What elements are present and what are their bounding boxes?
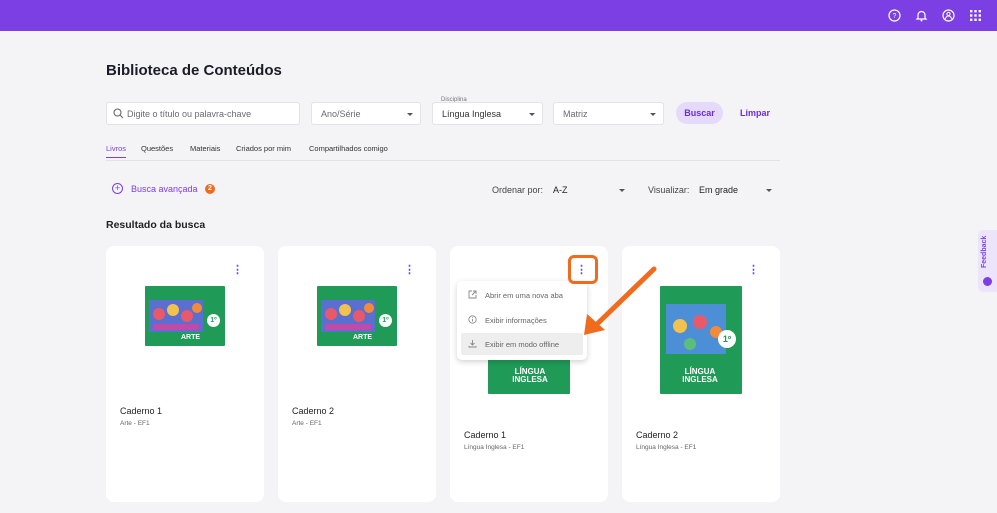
book-cover: 1º ARTE [317, 286, 397, 346]
buscar-button[interactable]: Buscar [676, 102, 723, 124]
filter-count-badge: 2 [205, 184, 215, 194]
ano-serie-select[interactable]: Ano/Série [311, 102, 421, 125]
tab-livros[interactable]: Livros [106, 144, 127, 158]
search-input[interactable] [127, 105, 297, 123]
card-subtitle: Arte - EF1 [292, 420, 322, 427]
grade-badge: 1º [379, 314, 392, 327]
bell-icon[interactable] [914, 8, 929, 23]
cover-label: ARTE [353, 334, 373, 341]
tab-materiais[interactable]: Materiais [190, 144, 220, 153]
menu-item-label: Exibir em modo offline [485, 340, 560, 349]
menu-item-show-info[interactable]: Exibir informações [461, 309, 583, 331]
cover-label: LÍNGUA INGLESA [682, 367, 718, 384]
card-title[interactable]: Caderno 2 [636, 430, 678, 440]
chevron-down-icon [407, 113, 413, 116]
page-title: Biblioteca de Conteúdos [106, 62, 282, 79]
matriz-select[interactable]: Matriz [553, 102, 664, 125]
sort-label: Ordenar por: [492, 185, 544, 195]
arrow-annotation [584, 266, 657, 335]
disciplina-value: Língua Inglesa [442, 109, 502, 119]
chevron-down-icon[interactable] [766, 189, 772, 192]
feedback-label: Feedback [981, 235, 988, 268]
top-bar: ? [0, 0, 997, 31]
tabs-divider [106, 160, 780, 161]
book-cover: 1º ARTE [145, 286, 225, 346]
more-options-icon[interactable]: ⋮ [404, 264, 415, 276]
results-heading: Resultado da busca [106, 219, 206, 231]
view-select[interactable]: Em grade [699, 185, 738, 195]
ano-serie-value: Ano/Série [321, 109, 361, 119]
more-options-icon[interactable]: ⋮ [748, 264, 759, 276]
apps-grid-icon[interactable] [968, 8, 983, 23]
search-box[interactable] [106, 102, 300, 125]
search-icon [113, 108, 124, 119]
card-title[interactable]: Caderno 1 [120, 406, 162, 416]
card-context-menu: Abrir em uma nova aba Exibir informações… [457, 281, 587, 360]
menu-item-offline-mode[interactable]: Exibir em modo offline [461, 333, 583, 355]
smile-icon [983, 277, 992, 286]
advanced-search-label: Busca avançada [131, 184, 198, 194]
cover-label: LÍNGUA INGLESA [512, 367, 548, 384]
grade-badge: 1º [718, 330, 736, 348]
info-icon [468, 315, 477, 324]
card-title[interactable]: Caderno 2 [292, 406, 334, 416]
chevron-down-icon [529, 113, 535, 116]
tab-questoes[interactable]: Questões [141, 144, 173, 153]
external-link-icon [468, 290, 477, 299]
book-card[interactable]: ⋮ 1º ARTE Caderno 1 Arte - EF1 [106, 246, 264, 502]
plus-circle-icon: + [112, 183, 123, 194]
feedback-tab[interactable]: Feedback [978, 230, 997, 292]
card-title[interactable]: Caderno 1 [464, 430, 506, 440]
menu-item-label: Abrir em uma nova aba [485, 291, 563, 300]
cover-label: ARTE [181, 334, 201, 341]
card-subtitle: Língua Inglesa - EF1 [636, 444, 697, 451]
svg-text:?: ? [893, 13, 897, 20]
sort-select[interactable]: A-Z [553, 185, 568, 195]
chevron-down-icon[interactable] [619, 189, 625, 192]
matriz-value: Matriz [563, 109, 588, 119]
menu-item-label: Exibir informações [485, 316, 547, 325]
chevron-down-icon [650, 113, 656, 116]
more-options-icon[interactable]: ⋮ [232, 264, 243, 276]
download-icon [468, 340, 477, 348]
book-cover: 1º LÍNGUA INGLESA [660, 286, 742, 394]
disciplina-select[interactable]: Língua Inglesa [432, 102, 543, 125]
menu-item-open-new-tab[interactable]: Abrir em uma nova aba [461, 284, 583, 306]
tab-compartilhados[interactable]: Compartilhados comigo [309, 144, 388, 153]
user-icon[interactable] [941, 8, 956, 23]
limpar-button[interactable]: Limpar [740, 102, 770, 124]
tab-criados-por-mim[interactable]: Criados por mim [236, 144, 291, 153]
view-label: Visualizar: [648, 185, 690, 195]
grade-badge: 1º [207, 314, 220, 327]
help-icon[interactable]: ? [887, 8, 902, 23]
card-subtitle: Arte - EF1 [120, 420, 150, 427]
book-card[interactable]: ⋮ 1º ARTE Caderno 2 Arte - EF1 [278, 246, 436, 502]
card-subtitle: Língua Inglesa - EF1 [464, 444, 525, 451]
